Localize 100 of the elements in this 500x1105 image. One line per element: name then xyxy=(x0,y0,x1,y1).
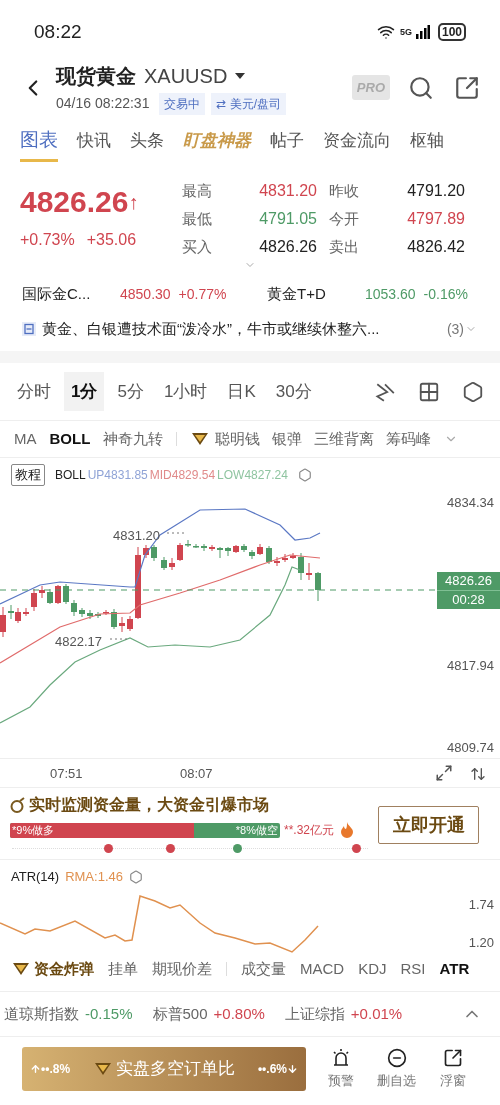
change-percent: +0.73% xyxy=(20,230,75,250)
candle xyxy=(39,585,45,599)
index-change: -0.15% xyxy=(85,1003,133,1024)
stat-label: 卖出 xyxy=(328,236,360,257)
x-axis-label: 07:51 xyxy=(50,765,83,783)
stat-label: 最高 xyxy=(181,180,213,201)
index-change: +0.01% xyxy=(350,1003,403,1024)
period-tab[interactable]: 1小时 xyxy=(156,371,215,412)
low-marker-label: 4822.17 xyxy=(55,633,102,651)
activate-button[interactable]: 立即开通 xyxy=(378,806,479,844)
diamond-icon xyxy=(12,962,30,976)
layout-grid-icon[interactable] xyxy=(418,380,440,403)
related-change: +0.77% xyxy=(178,284,227,304)
nav-tab[interactable]: 图表 xyxy=(20,126,58,162)
candle xyxy=(209,544,215,552)
expand-icon[interactable] xyxy=(435,764,453,782)
indicator-tab[interactable]: 神奇九转 xyxy=(103,427,164,451)
indicator-tab[interactable]: BOLL xyxy=(49,427,91,451)
index-change: +0.80% xyxy=(213,1003,265,1024)
candle xyxy=(87,609,93,620)
promo-title: 实时监测资金量，大资金引爆市场 xyxy=(29,795,269,815)
fund-amount: **.32亿元 xyxy=(284,822,335,839)
wifi-icon xyxy=(375,23,396,41)
related-change: -0.16% xyxy=(423,284,468,304)
action-button[interactable]: 浮窗 xyxy=(440,1047,467,1091)
settings-icon[interactable] xyxy=(128,869,143,884)
indicator-tab[interactable]: 银弹 xyxy=(272,427,303,451)
candle xyxy=(127,615,133,632)
related-price: 4850.30 xyxy=(120,284,171,304)
period-tab[interactable]: 日K xyxy=(220,371,263,412)
candle xyxy=(111,608,117,630)
price-tag-value: 4826.26 xyxy=(437,572,500,591)
indicator-tab[interactable]: 期现价差 xyxy=(152,957,212,981)
y-axis-label: 4809.74 xyxy=(447,739,494,757)
indicator-tab[interactable]: MA xyxy=(14,427,37,451)
legend-name: BOLL xyxy=(55,466,86,484)
nav-tab[interactable]: 枢轴 xyxy=(410,127,444,161)
indicator-tab[interactable]: 成交量 xyxy=(241,957,286,981)
candle xyxy=(63,583,69,605)
legend-middle: MID4829.54 xyxy=(149,466,216,484)
indicator-tab[interactable]: 三维背离 xyxy=(314,427,375,451)
indicator-tab[interactable]: 聪明钱 xyxy=(215,427,261,451)
index-name[interactable]: 道琼斯指数 xyxy=(4,1002,79,1026)
stat-value: 4797.89 xyxy=(406,209,465,229)
battery-indicator: 100 xyxy=(437,23,466,41)
candle xyxy=(169,557,175,571)
y-axis-label: 4817.94 xyxy=(447,657,494,675)
indicator-tab[interactable]: 挂单 xyxy=(108,957,138,981)
tutorial-button[interactable]: 教程 xyxy=(11,464,45,486)
fire-icon xyxy=(340,822,355,838)
indicator-tab[interactable]: RSI xyxy=(400,957,426,981)
action-button[interactable]: 删自选 xyxy=(377,1047,417,1091)
related-name[interactable]: 国际金C... xyxy=(22,282,117,306)
y-axis-label: 4834.34 xyxy=(447,494,494,512)
nav-tab[interactable]: 头条 xyxy=(130,127,164,161)
order-ratio-button[interactable]: ••.8% 实盘多空订单比 ••.6% xyxy=(22,1047,306,1091)
siren-icon xyxy=(330,1047,351,1068)
candle xyxy=(201,543,207,552)
period-tab[interactable]: 1分 xyxy=(64,371,105,412)
indicator-tab[interactable]: 资金炸弹 xyxy=(34,957,94,981)
news-count: (3) xyxy=(446,319,464,339)
candle xyxy=(290,552,296,560)
trend-arrow: ↑ xyxy=(128,189,139,215)
share-icon[interactable] xyxy=(454,74,480,101)
index-name[interactable]: 上证综指 xyxy=(284,1002,345,1026)
nav-tab[interactable]: 帖子 xyxy=(270,127,304,161)
indicator-tab[interactable]: KDJ xyxy=(358,957,387,981)
period-tab[interactable]: 5分 xyxy=(110,371,151,412)
nav-tab[interactable]: 资金流向 xyxy=(323,127,391,161)
indicator-tab[interactable]: ATR xyxy=(439,957,470,981)
index-name[interactable]: 标普500 xyxy=(152,1002,208,1026)
countdown-timer: 00:28 xyxy=(452,591,485,609)
related-name[interactable]: 黄金T+D xyxy=(267,282,362,306)
action-label: 浮窗 xyxy=(440,1071,467,1090)
period-tab[interactable]: 分时 xyxy=(10,371,58,412)
change-amount: +35.06 xyxy=(86,230,137,250)
long-ratio: ••.8% xyxy=(41,1061,71,1078)
settings-icon[interactable] xyxy=(462,380,484,403)
down-arrow-icon xyxy=(287,1063,298,1075)
search-icon[interactable] xyxy=(408,74,434,101)
candle xyxy=(119,616,125,633)
news-headline[interactable]: 黄金、白银遭技术面“泼冷水”，牛市或继续休整六... xyxy=(42,317,443,341)
stat-label: 最低 xyxy=(181,208,213,229)
settings-icon[interactable] xyxy=(297,467,312,482)
nav-tab[interactable]: 快讯 xyxy=(77,127,111,161)
period-tab[interactable]: 30分 xyxy=(268,371,319,412)
action-button[interactable]: 预警 xyxy=(327,1047,354,1091)
candle xyxy=(241,543,247,553)
high-marker-label: 4831.20 xyxy=(113,527,160,545)
candle xyxy=(315,571,321,602)
diamond-icon xyxy=(191,432,210,446)
stat-value: 4826.42 xyxy=(406,237,465,257)
y-axis-label: 1.74 xyxy=(468,898,494,912)
instrument-symbol[interactable]: XAUUSD xyxy=(144,60,228,91)
indicator-tab[interactable]: 筹码峰 xyxy=(386,427,432,451)
indicator-tab[interactable]: MACD xyxy=(300,957,345,981)
signal-icon xyxy=(415,25,430,39)
candle xyxy=(103,609,109,616)
caret-icon[interactable] xyxy=(235,72,246,79)
status-time: 08:22 xyxy=(34,19,82,44)
